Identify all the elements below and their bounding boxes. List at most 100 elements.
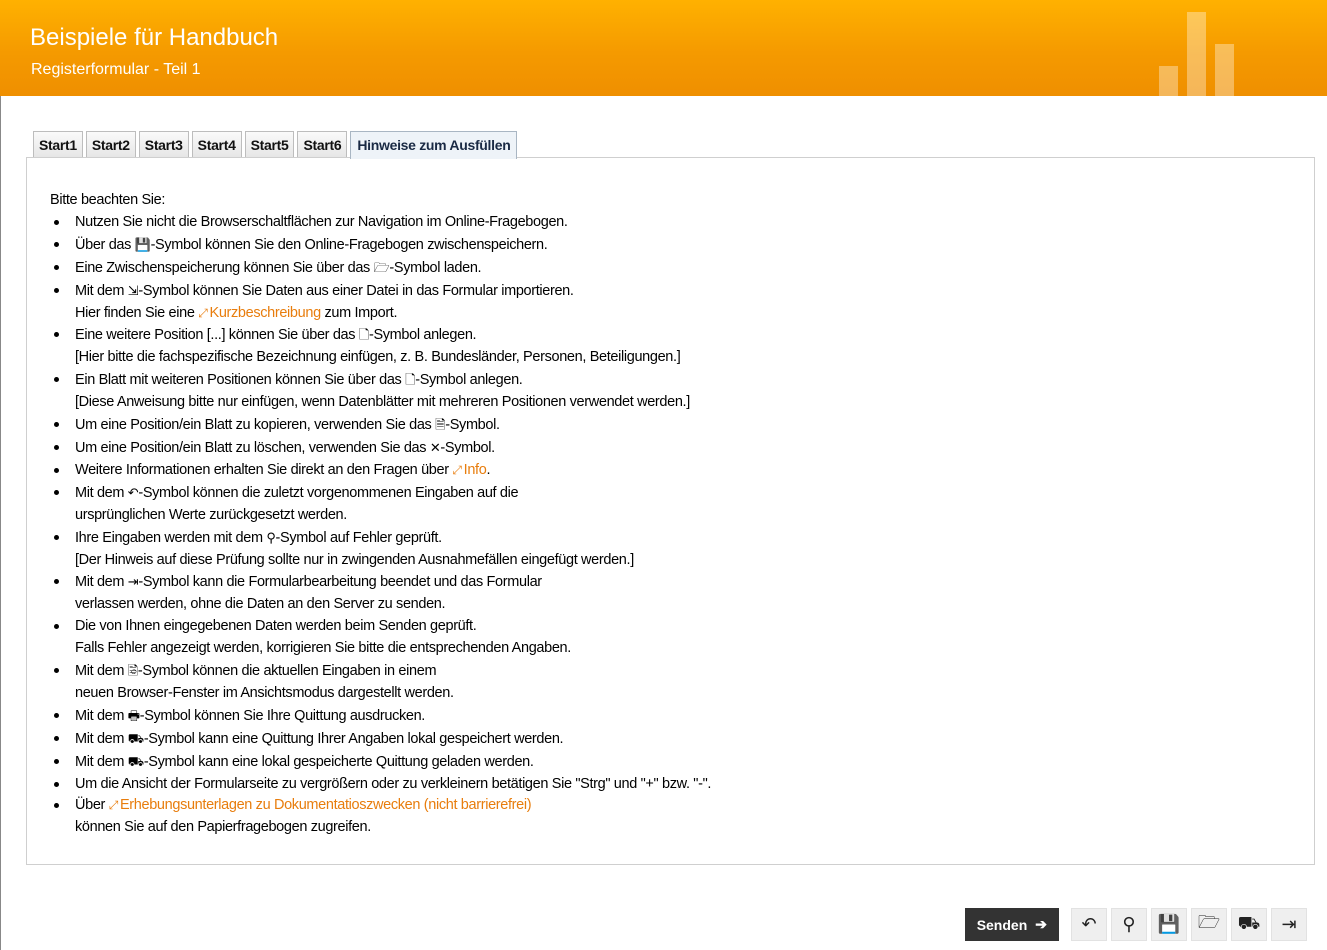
list-item: Um die Ansicht der Formularseite zu verg…	[50, 774, 711, 796]
hint-text: Mit dem	[75, 730, 128, 747]
list-item: Die von Ihnen eingegebenen Daten werden …	[50, 616, 711, 660]
exit-icon: ⇥	[1281, 914, 1297, 934]
list-item: Eine Zwischenspeicherung können Sie über…	[50, 257, 711, 280]
hint-text: -Symbol können Sie Daten aus einer Datei…	[138, 282, 574, 299]
reset-button[interactable]: ↶	[1071, 908, 1107, 941]
print-icon: 🖶	[127, 707, 140, 723]
hints-list: Nutzen Sie nicht die Browserschaltfläche…	[50, 212, 711, 839]
hint-text: -Symbol können die zuletzt vorgenommenen…	[138, 484, 519, 501]
hint-text: zum Import.	[320, 304, 398, 321]
hint-text: -Symbol kann eine Quittung Ihrer Angaben…	[143, 730, 564, 747]
external-link-icon: ⤢	[198, 305, 208, 320]
tab-start2[interactable]: Start2	[85, 131, 136, 157]
hint-text: -Symbol kann die Formularbearbeitung bee…	[138, 574, 542, 591]
hint-text: -Symbol auf Fehler geprüft.	[275, 529, 443, 546]
search-icon: ⚲	[1122, 914, 1136, 934]
folder-open-icon: 🗁	[1197, 911, 1221, 932]
list-item: Mit dem 🖶-Symbol können Sie Ihre Quittun…	[50, 705, 711, 728]
list-item: Um eine Position/ein Blatt zu kopieren, …	[50, 414, 711, 437]
hint-text: -Symbol.	[445, 417, 500, 434]
hint-text: Eine weitere Position [...] können Sie ü…	[75, 327, 359, 344]
hint-text: Mit dem	[75, 663, 128, 680]
arrow-right-icon: ➔	[1035, 916, 1047, 932]
hint-text: -Symbol anlegen.	[368, 327, 477, 344]
hint-text: Mit dem	[75, 707, 128, 724]
hint-text: Weitere Informationen erhalten Sie direk…	[75, 461, 453, 478]
receipt-button[interactable]: ⛟	[1231, 908, 1267, 941]
hint-text: -Symbol kann eine lokal gespeicherte Qui…	[143, 753, 534, 770]
toolbar-footer: Senden ➔ ↶ ⚲ 💾 🗁 ⛟ ⇥	[964, 908, 1307, 941]
new-document-icon: 🗋	[358, 327, 369, 343]
list-item: Über ⤢ Erhebungsunterlagen zu Dokumentati…	[50, 795, 711, 839]
tab-start3[interactable]: Start3	[138, 131, 189, 157]
save-icon: 💾	[1157, 914, 1181, 934]
hint-text: Mit dem	[75, 753, 128, 770]
kurzbeschreibung-link[interactable]: Kurzbeschreibung	[210, 305, 322, 321]
folder-open-icon: 🗁	[373, 259, 390, 275]
hint-line2: [Hier bitte die fachspezifische Bezeichn…	[75, 349, 681, 366]
intro-text: Bitte beachten Sie:	[50, 192, 166, 208]
list-item: Mit dem ⛟-Symbol kann eine Quittung Ihre…	[50, 728, 711, 751]
search-icon: ⚲	[266, 529, 276, 545]
tab-bar: Start1 Start2 Start3 Start4 Start5 Start…	[33, 131, 520, 159]
tab-start5[interactable]: Start5	[244, 131, 295, 157]
hints-content: Bitte beachten Sie: Nutzen Sie nicht die…	[50, 190, 711, 839]
hint-text: -Symbol können Sie den Online-Fragebogen…	[150, 236, 548, 253]
hint-text: Hier finden Sie eine	[75, 304, 199, 321]
preview-icon: 🗟	[127, 663, 138, 679]
hint-line2: neuen Browser-Fenster im Ansichtsmodus d…	[75, 684, 454, 701]
save-icon: 💾	[134, 236, 151, 252]
list-item: Ein Blatt mit weiteren Positionen können…	[50, 369, 711, 414]
hint-text: -Symbol können Sie Ihre Quittung ausdruc…	[139, 707, 426, 724]
send-label: Senden	[976, 916, 1028, 933]
hint-text: .	[486, 461, 491, 478]
app-header: Beispiele für Handbuch Registerformular …	[0, 0, 1327, 97]
page-subtitle: Registerformular - Teil 1	[31, 61, 201, 78]
hint-text: Mit dem	[75, 574, 128, 591]
hint-line2: verlassen werden, ohne die Daten an den …	[75, 596, 446, 613]
logo-bar	[1159, 66, 1178, 96]
hint-text: Über	[75, 797, 109, 814]
tab-start4[interactable]: Start4	[191, 131, 242, 157]
list-item: Eine weitere Position [...] können Sie ü…	[50, 324, 711, 369]
hint-text: -Symbol können die aktuellen Eingaben in…	[137, 663, 437, 680]
undo-icon: ↶	[127, 484, 139, 500]
logo-bars-icon	[1159, 12, 1239, 96]
receipt-load-icon: ⛟	[127, 753, 144, 769]
check-button[interactable]: ⚲	[1111, 908, 1147, 941]
list-item: Nutzen Sie nicht die Browserschaltfläche…	[50, 212, 711, 234]
save-button[interactable]: 💾	[1151, 908, 1187, 941]
external-link-icon: ⤢	[452, 462, 462, 477]
import-icon: ⇲	[127, 282, 139, 298]
hint-text: Mit dem	[75, 484, 128, 501]
undo-icon: ↶	[1081, 914, 1097, 934]
send-button[interactable]: Senden ➔	[964, 908, 1059, 941]
hint-text: Ein Blatt mit weiteren Positionen können…	[75, 372, 406, 389]
hint-line2: [Diese Anweisung bitte nur einfügen, wen…	[75, 394, 690, 411]
external-link-icon: ⤢	[108, 798, 119, 813]
hint-text: Über das	[75, 236, 135, 253]
exit-icon: ⇥	[127, 574, 139, 590]
list-item: Mit dem ⛟-Symbol kann eine lokal gespeic…	[50, 751, 711, 774]
tab-hinweise[interactable]: Hinweise zum Ausfüllen	[350, 131, 518, 159]
hint-line2: können Sie auf den Papierfragebogen zugr…	[75, 819, 371, 836]
hint-text: Nutzen Sie nicht die Browserschaltfläche…	[75, 213, 568, 230]
erhebungsunterlagen-link[interactable]: Erhebungsunterlagen zu Dokumentatioszwec…	[120, 797, 532, 813]
hint-text: -Symbol anlegen.	[415, 372, 523, 389]
info-link[interactable]: Info	[464, 462, 487, 478]
hint-line2: ursprünglichen Werte zurückgesetzt werde…	[75, 506, 347, 523]
hint-text: Die von Ihnen eingegebenen Daten werden …	[75, 618, 477, 635]
list-item: Mit dem 🗟-Symbol können die aktuellen Ei…	[50, 660, 711, 705]
exit-button[interactable]: ⇥	[1271, 908, 1307, 941]
list-item: Mit dem ⇥-Symbol kann die Formularbearbe…	[50, 571, 711, 616]
page-title: Beispiele für Handbuch	[30, 24, 279, 51]
list-item: Weitere Informationen erhalten Sie direk…	[50, 460, 711, 482]
tab-start1[interactable]: Start1	[33, 131, 83, 157]
hint-text: -Symbol laden.	[389, 259, 482, 276]
hint-text: Ihre Eingaben werden mit dem	[75, 529, 267, 546]
tab-start6[interactable]: Start6	[297, 131, 348, 157]
hint-text: Um eine Position/ein Blatt zu löschen, v…	[75, 439, 430, 456]
load-button[interactable]: 🗁	[1191, 908, 1227, 941]
list-item: Ihre Eingaben werden mit dem ⚲-Symbol au…	[50, 527, 711, 572]
receipt-icon: ⛟	[1237, 912, 1261, 933]
